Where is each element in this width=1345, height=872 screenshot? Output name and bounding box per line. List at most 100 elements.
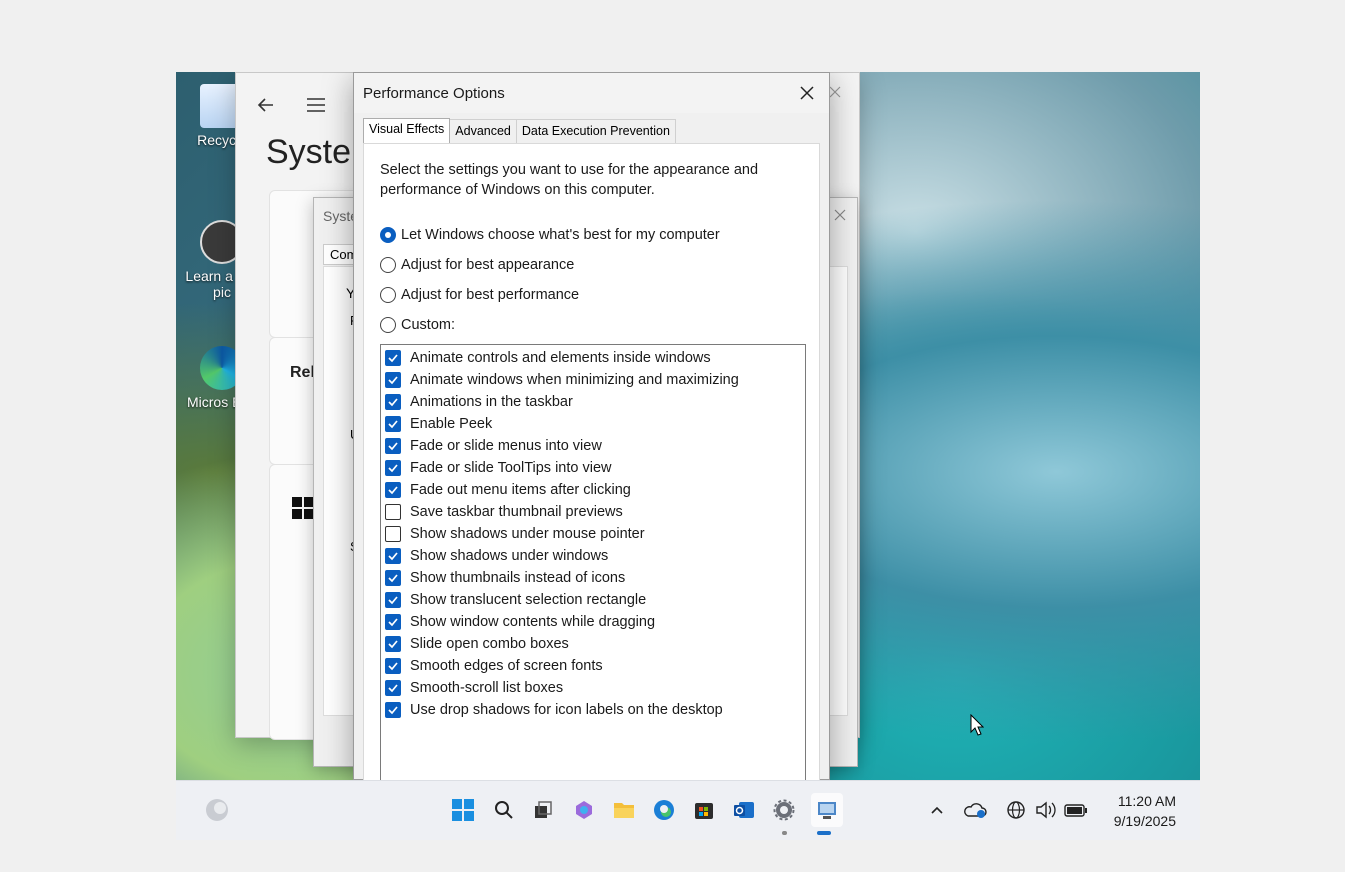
checkbox-label: Slide open combo boxes — [410, 636, 569, 652]
widgets-button[interactable] — [204, 797, 230, 823]
tab-visual-effects[interactable]: Visual Effects — [363, 118, 451, 143]
radio-label: Let Windows choose what's best for my co… — [401, 227, 720, 243]
radio-best-appearance[interactable]: Adjust for best appearance — [380, 254, 574, 276]
check-icon — [388, 464, 398, 473]
radio-button[interactable] — [380, 257, 396, 273]
radio-label: Adjust for best performance — [401, 287, 580, 303]
taskbar: 11:20 AM 9/19/2025 — [176, 780, 1200, 840]
outlook-button[interactable] — [731, 797, 757, 823]
list-item[interactable]: Show translucent selection rectangle — [381, 589, 805, 611]
radio-button[interactable] — [380, 227, 396, 243]
dialog-title: Performance Options — [354, 73, 829, 113]
checkbox[interactable] — [385, 592, 401, 608]
visual-effects-list[interactable]: Animate controls and elements inside win… — [380, 344, 806, 784]
settings-button[interactable] — [771, 797, 797, 823]
checkbox[interactable] — [385, 658, 401, 674]
check-icon — [388, 662, 398, 671]
file-explorer-button[interactable] — [611, 797, 637, 823]
tab-data-execution-prevention[interactable]: Data Execution Prevention — [515, 119, 676, 143]
radio-button[interactable] — [380, 317, 396, 333]
start-icon — [452, 799, 474, 821]
outlook-icon — [734, 802, 754, 818]
checkbox[interactable] — [385, 438, 401, 454]
checkbox[interactable] — [385, 482, 401, 498]
list-item[interactable]: Animate windows when minimizing and maxi… — [381, 369, 805, 391]
checkbox[interactable] — [385, 416, 401, 432]
check-icon — [388, 706, 398, 715]
checkbox[interactable] — [385, 526, 401, 542]
radio-best-performance[interactable]: Adjust for best performance — [380, 284, 579, 306]
checkbox-label: Fade or slide menus into view — [410, 438, 602, 454]
list-item[interactable]: Enable Peek — [381, 413, 805, 435]
checkbox[interactable] — [385, 460, 401, 476]
radio-let-windows-choose[interactable]: Let Windows choose what's best for my co… — [380, 224, 720, 246]
edge-button[interactable] — [651, 797, 677, 823]
system-properties-taskbar-button[interactable] — [811, 793, 843, 827]
list-item[interactable]: Fade or slide ToolTips into view — [381, 457, 805, 479]
check-icon — [388, 398, 398, 407]
search-button[interactable] — [491, 797, 517, 823]
list-item[interactable]: Fade out menu items after clicking — [381, 479, 805, 501]
clock-time: 11:20 AM — [1117, 793, 1176, 809]
radio-custom[interactable]: Custom: — [380, 314, 455, 336]
checkbox[interactable] — [385, 636, 401, 652]
checkbox[interactable] — [385, 350, 401, 366]
taskbar-clock[interactable]: 11:20 AM 9/19/2025 — [1114, 791, 1176, 831]
checkbox-label: Animations in the taskbar — [410, 394, 573, 410]
checkbox[interactable] — [385, 680, 401, 696]
check-icon — [388, 684, 398, 693]
checkbox-label: Smooth-scroll list boxes — [410, 680, 564, 696]
copilot-icon — [576, 801, 592, 819]
mouse-pointer-icon — [970, 714, 984, 736]
performance-options-dialog[interactable]: Performance Options Visual Effects Advan… — [353, 72, 830, 784]
list-item[interactable]: Show shadows under mouse pointer — [381, 523, 805, 545]
radio-button[interactable] — [380, 287, 396, 303]
list-item[interactable]: Animate controls and elements inside win… — [381, 347, 805, 369]
task-view-button[interactable] — [530, 797, 556, 823]
search-icon — [495, 801, 513, 819]
check-icon — [388, 618, 398, 627]
battery-icon — [1064, 804, 1087, 817]
checkbox[interactable] — [385, 702, 401, 718]
back-arrow-icon[interactable] — [256, 95, 276, 115]
show-hidden-icons-button[interactable] — [924, 797, 950, 823]
system-properties-close-icon[interactable] — [833, 208, 847, 222]
list-item[interactable]: Smooth edges of screen fonts — [381, 655, 805, 677]
network-button[interactable] — [1003, 797, 1029, 823]
settings-icon — [773, 799, 795, 821]
volume-button[interactable] — [1033, 797, 1059, 823]
close-icon[interactable] — [795, 81, 819, 105]
list-item[interactable]: Use drop shadows for icon labels on the … — [381, 699, 805, 721]
checkbox[interactable] — [385, 372, 401, 388]
checkbox-label: Show shadows under mouse pointer — [410, 526, 645, 542]
battery-button[interactable] — [1063, 797, 1089, 823]
list-item[interactable]: Save taskbar thumbnail previews — [381, 501, 805, 523]
copilot-button[interactable] — [571, 797, 597, 823]
settings-close-icon[interactable] — [828, 85, 842, 99]
volume-icon — [1036, 801, 1056, 819]
list-item[interactable]: Show window contents while dragging — [381, 611, 805, 633]
hamburger-menu-icon[interactable] — [306, 97, 326, 113]
list-item[interactable]: Show thumbnails instead of icons — [381, 567, 805, 589]
list-item[interactable]: Fade or slide menus into view — [381, 435, 805, 457]
start-button[interactable] — [450, 797, 476, 823]
checkbox[interactable] — [385, 614, 401, 630]
tab-advanced[interactable]: Advanced — [449, 119, 517, 143]
weather-icon — [206, 799, 228, 821]
checkbox-label: Show shadows under windows — [410, 548, 609, 564]
list-item[interactable]: Slide open combo boxes — [381, 633, 805, 655]
checkbox-label: Use drop shadows for icon labels on the … — [410, 702, 723, 718]
list-item[interactable]: Smooth-scroll list boxes — [381, 677, 805, 699]
checkbox[interactable] — [385, 570, 401, 586]
system-properties-icon — [818, 802, 836, 819]
settings-description: Select the settings you want to use for … — [380, 162, 759, 198]
checkbox[interactable] — [385, 548, 401, 564]
store-button[interactable] — [691, 797, 717, 823]
list-item[interactable]: Show shadows under windows — [381, 545, 805, 567]
list-item[interactable]: Animations in the taskbar — [381, 391, 805, 413]
checkbox[interactable] — [385, 394, 401, 410]
radio-label: Adjust for best appearance — [401, 257, 575, 273]
onedrive-button[interactable] — [962, 797, 988, 823]
check-icon — [388, 640, 398, 649]
checkbox[interactable] — [385, 504, 401, 520]
